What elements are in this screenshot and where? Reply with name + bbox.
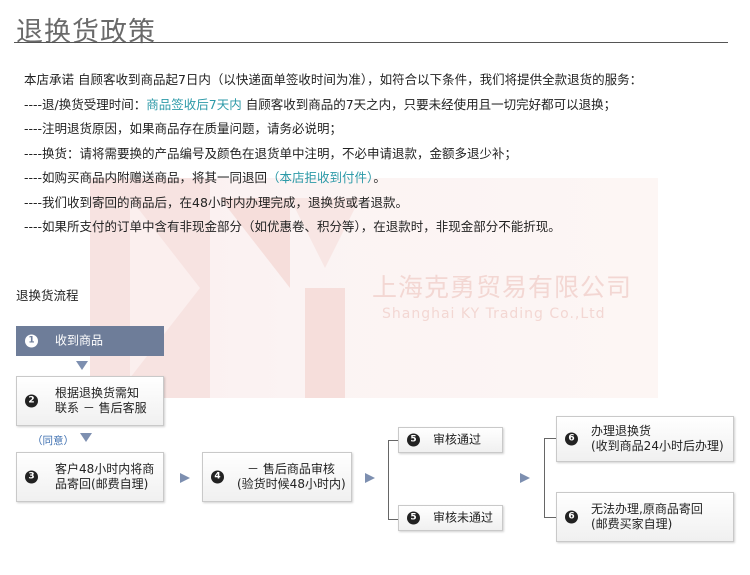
step-number-3: 3 — [25, 470, 38, 484]
policy-item-gift-suffix: 。 — [373, 170, 386, 185]
step-number-6a: 6 — [565, 432, 578, 446]
page-title: 退换货政策 — [16, 17, 156, 48]
flow-step-receive-label: 收到商品 — [55, 333, 104, 348]
flow-step-send-back-line2: (邮费买家自理) — [591, 517, 673, 531]
step-number-5b: 5 — [407, 511, 420, 525]
policy-item-exchange: ----换货：请将需要换的产品编号及颜色在退货单中注明，不必申请退款，金额多退少… — [24, 145, 518, 161]
policy-item-reason: ----注明退货原因，如果商品存在质量问题，请务必说明； — [24, 121, 343, 136]
policy-item-acceptance: ----退/换货受理时间：商品签收后7天内 自顾客收到商品的7天之内，只要未经使… — [24, 93, 642, 118]
watermark-company-cn: 上海克勇贸易有限公司 — [372, 273, 633, 302]
policy-item-gift-prefix: ----如购买商品内附赠送商品，将其一同退回 — [24, 170, 268, 185]
title-divider — [14, 42, 728, 43]
policy-highlight-seven-days: 商品签收后7天内 — [146, 96, 242, 112]
arrow-down-2 — [80, 433, 92, 442]
policy-item-acceptance-suffix: 自顾客收到商品的7天之内，只要未经使用且一切完好都可以退换； — [241, 96, 617, 112]
flow-step-contact-line1: 根据退换货需知 — [55, 386, 140, 400]
flow-step-approved: 5 审核通过 — [398, 427, 503, 453]
flow-step-send-back-line1: 无法办理,原商品寄回 — [591, 502, 703, 516]
policy-list: 本店承诺 自顾客收到商品起7日内（以快递面单签收时间为准），如符合以下条件，我们… — [24, 68, 642, 240]
flow-step-inspection-line2: (验货时候48小时内) — [237, 477, 346, 491]
flow-step-return-shipping-line2: 品寄回(邮费自理) — [55, 477, 149, 491]
policy-intro: 本店承诺 自顾客收到商品起7日内（以快递面单签收时间为准），如符合以下条件，我们… — [24, 72, 643, 87]
policy-item-gift: ----如购买商品内附赠送商品，将其一同退回（本店拒收到付件）。 — [24, 166, 642, 191]
flow-step-process-return-line2: (收到商品24小时后办理) — [591, 439, 724, 453]
step-number-1: 1 — [25, 334, 38, 348]
flow-step-contact-line2: 联系 － 售后客服 — [55, 401, 147, 415]
flow-step-send-back: 6 无法办理,原商品寄回 (邮费买家自理) — [556, 492, 734, 542]
watermark-company-en: Shanghai KY Trading Co.,Ltd — [382, 306, 606, 322]
flow-step-rejected: 5 审核未通过 — [398, 505, 503, 531]
arrow-right-2 — [365, 473, 375, 483]
flow-agree-note: （同意） — [32, 435, 74, 447]
flow-step-return-shipping: 3 客户48小时内将商 品寄回(邮费自理) — [16, 452, 164, 502]
step-number-4: 4 — [211, 470, 224, 484]
flow-step-receive: 1 收到商品 — [16, 326, 164, 356]
step-number-6b: 6 — [565, 510, 578, 524]
arrow-right-1 — [180, 473, 190, 483]
arrow-down-1 — [76, 361, 88, 370]
arrow-right-3 — [520, 473, 530, 483]
step-number-5a: 5 — [407, 433, 420, 447]
policy-item-processing: ----我们收到寄回的商品后，在48小时内办理完成，退换货或者退款。 — [24, 194, 408, 210]
flow-step-inspection: 4 － 售后商品审核 (验货时候48小时内) — [202, 452, 352, 502]
step-number-2: 2 — [25, 394, 38, 408]
flow-step-process-return: 6 办理退换货 (收到商品24小时后办理) — [556, 416, 734, 462]
flow-step-rejected-label: 审核未通过 — [433, 510, 494, 525]
flow-step-contact: 2 根据退换货需知 联系 － 售后客服 — [16, 376, 164, 426]
flow-section-title: 退换货流程 — [16, 288, 79, 303]
flow-step-return-shipping-line1: 客户48小时内将商 — [55, 462, 155, 476]
policy-highlight-no-cod: （本店拒收到付件） — [267, 170, 374, 185]
flow-step-process-return-line1: 办理退换货 — [591, 424, 652, 438]
policy-item-non-cash: ----如果所支付的订单中含有非现金部分（如优惠卷、积分等），在退款时，非现金部… — [24, 219, 561, 234]
flow-step-approved-label: 审核通过 — [433, 432, 482, 447]
policy-item-acceptance-prefix: ----退/换货受理时间： — [24, 96, 147, 112]
flow-step-inspection-line1: － 售后商品审核 — [247, 462, 335, 476]
